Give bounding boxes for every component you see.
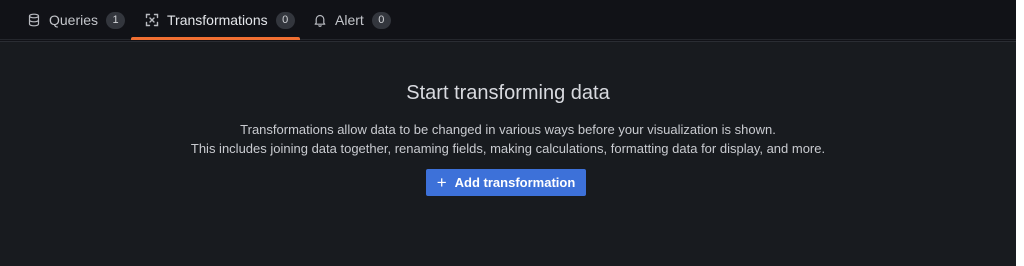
active-tab-indicator	[131, 37, 300, 40]
transformations-panel: Start transforming data Transformations …	[0, 41, 1016, 266]
empty-state-description: Transformations allow data to be changed…	[0, 120, 1016, 158]
tab-bar: Queries 1 Transformations 0 Alert 0	[0, 0, 1016, 40]
transformations-editor: Queries 1 Transformations 0 Alert 0 Star…	[0, 0, 1016, 266]
plus-icon: +	[436, 173, 447, 192]
empty-state-description-line-1: Transformations allow data to be changed…	[240, 122, 776, 137]
tab-transformations-label: Transformations	[167, 12, 268, 28]
tab-queries-count: 1	[106, 11, 126, 29]
tab-alert[interactable]: Alert 0	[313, 0, 391, 40]
database-icon	[27, 13, 41, 27]
tab-queries-label: Queries	[49, 12, 99, 28]
transform-icon	[145, 13, 159, 27]
empty-state-description-line-2: This includes joining data together, ren…	[190, 141, 826, 156]
tab-alert-label: Alert	[335, 12, 364, 28]
add-transformation-button[interactable]: + Add transformation	[426, 169, 586, 196]
tab-queries[interactable]: Queries 1	[27, 0, 126, 40]
bell-icon	[313, 13, 327, 27]
empty-state-title: Start transforming data	[406, 82, 610, 104]
tab-transformations[interactable]: Transformations 0	[131, 0, 300, 40]
tab-transformations-count: 0	[275, 11, 295, 29]
page-edge	[1016, 0, 1024, 266]
add-transformation-label: Add transformation	[454, 175, 576, 190]
tab-alert-count: 0	[371, 11, 391, 29]
